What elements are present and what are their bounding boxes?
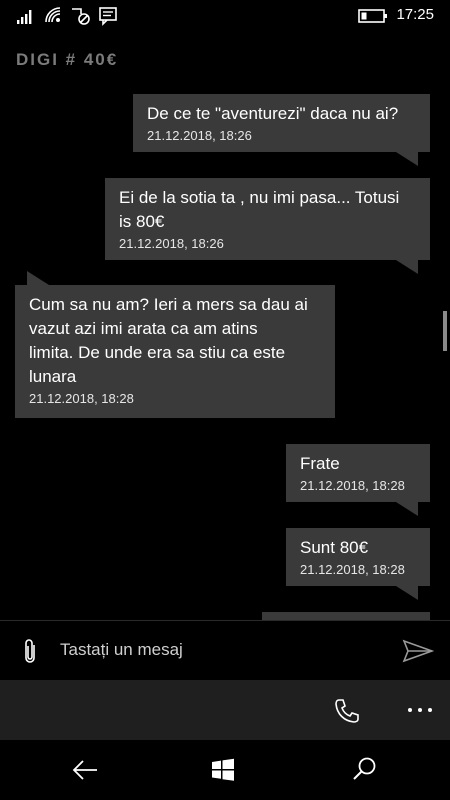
message-timestamp: 21.12.2018, 18:28 <box>300 478 405 493</box>
message-bubble-partial[interactable] <box>262 612 430 620</box>
message-timestamp: 21.12.2018, 18:26 <box>147 128 252 143</box>
wifi-icon <box>45 7 61 23</box>
navigation-bar <box>0 740 450 800</box>
back-icon[interactable] <box>71 758 99 782</box>
bubble-tail <box>396 260 418 274</box>
phone-icon[interactable] <box>333 697 361 725</box>
message-text: Sunt 80€ <box>300 538 369 557</box>
message-bubble-outgoing[interactable]: Frate 21.12.2018, 18:28 <box>286 444 430 516</box>
message-timestamp: 21.12.2018, 18:26 <box>119 236 224 251</box>
signal-icon <box>17 10 32 24</box>
scrollbar-thumb[interactable] <box>443 311 447 351</box>
battery-icon <box>358 9 387 23</box>
message-bubble-outgoing[interactable]: Sunt 80€ 21.12.2018, 18:28 <box>286 528 430 600</box>
send-icon[interactable] <box>402 639 434 663</box>
bubble-tail <box>27 271 49 285</box>
status-bar: 17:25 <box>0 0 450 32</box>
message-text: Ei de la sotia ta , nu imi pasa... Totus… <box>119 188 400 231</box>
message-timestamp: 21.12.2018, 18:28 <box>29 391 134 406</box>
message-composer[interactable]: Tastați un mesaj <box>0 620 450 681</box>
bubble-tail <box>396 586 418 600</box>
more-icon[interactable] <box>408 708 434 714</box>
message-text: De ce te "aventurezi" daca nu ai? <box>147 104 399 123</box>
message-timestamp: 21.12.2018, 18:28 <box>300 562 405 577</box>
blocked-icon <box>72 8 90 25</box>
clock: 17:25 <box>396 6 434 23</box>
bubble-tail <box>396 502 418 516</box>
message-bubble-incoming[interactable]: Cum sa nu am? Ieri a mers sa dau ai vazu… <box>15 271 335 418</box>
app-bar <box>0 680 450 740</box>
bubble-tail <box>396 152 418 166</box>
contact-name: DIGI # 40€ <box>16 50 119 69</box>
message-input[interactable]: Tastați un mesaj <box>60 640 183 660</box>
message-notification-icon <box>99 7 117 26</box>
message-text: Cum sa nu am? Ieri a mers sa dau ai vazu… <box>29 295 308 386</box>
message-text: Frate <box>300 454 340 473</box>
message-bubble-outgoing[interactable]: Ei de la sotia ta , nu imi pasa... Totus… <box>105 178 430 274</box>
attach-icon[interactable] <box>20 637 40 665</box>
message-bubble-outgoing[interactable]: De ce te "aventurezi" daca nu ai? 21.12.… <box>133 94 430 166</box>
windows-icon[interactable] <box>211 758 235 782</box>
search-icon[interactable] <box>352 756 378 782</box>
